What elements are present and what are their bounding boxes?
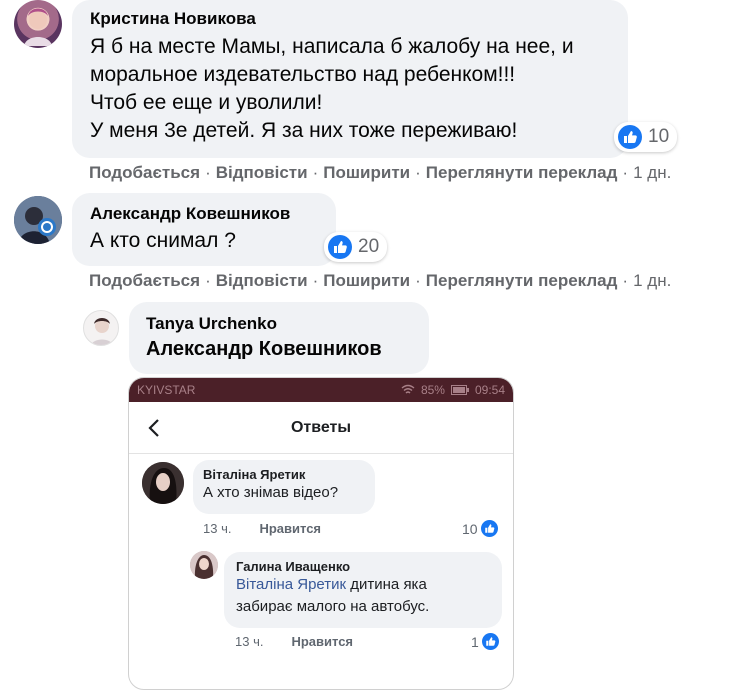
battery-percent: 85% [420, 383, 445, 397]
comment-actions: Подобається · Відповісти · Поширити · Переглян… [89, 271, 671, 291]
avatar-alexandr[interactable] [14, 196, 62, 244]
timestamp[interactable]: 1 дн. [633, 271, 671, 290]
share-action[interactable]: Поширити [323, 271, 410, 290]
phone-like-count[interactable]: 1 [471, 633, 499, 650]
like-icon [480, 520, 498, 537]
reply-mention[interactable]: Александр Ковешников [146, 338, 413, 361]
reply-action[interactable]: Відповісти [216, 163, 308, 182]
phone-comment-author[interactable]: Віталіна Яретик [203, 467, 365, 482]
separator: · [415, 163, 421, 182]
timestamp[interactable]: 1 дн. [633, 163, 671, 182]
phone-comment-author[interactable]: Галина Иващенко [236, 559, 492, 574]
reply-author[interactable]: Tanya Urchenko [146, 314, 413, 334]
separator: · [415, 271, 421, 290]
avatar-vitalina[interactable] [142, 462, 184, 504]
translate-action[interactable]: Переглянути переклад [426, 271, 618, 290]
battery-icon [450, 385, 469, 395]
comment-line: У меня 3е детей. Я за них тоже переживаю… [90, 119, 518, 142]
clock: 09:54 [474, 383, 505, 397]
phone-comment-time[interactable]: 13 ч. [235, 634, 263, 649]
comment-bubble: Кристина Новикова Я б на месте Мамы, нап… [72, 0, 628, 158]
wifi-icon [401, 384, 415, 394]
translate-action[interactable]: Переглянути переклад [426, 163, 618, 182]
reaction-count-value: 20 [358, 236, 380, 257]
phone-comment-text: Віталіна Яретик дитина яка забирає малог… [236, 574, 492, 618]
avatar-photo-icon [190, 551, 218, 579]
phone-comment-time[interactable]: 13 ч. [203, 521, 231, 536]
comment-line: А кто снимал ? [90, 229, 236, 252]
separator: · [205, 271, 211, 290]
avatar-photo-icon [90, 318, 114, 345]
phone-header: Ответы [129, 402, 513, 454]
status-icons: 85% 09:54 [401, 383, 505, 397]
phone-header-title: Ответы [290, 418, 352, 436]
phone-like-count[interactable]: 10 [462, 520, 498, 537]
phone-like-count-value: 1 [471, 633, 479, 650]
phone-comment-text-part: забирає малого на автобус. [236, 598, 430, 615]
phone-like-count-value: 10 [462, 520, 478, 537]
carrier-label: KYIVSTAR [137, 383, 196, 397]
phone-like-button[interactable]: Нравится [259, 521, 321, 536]
like-action[interactable]: Подобається [89, 271, 200, 290]
reaction-count[interactable]: 10 [614, 122, 678, 152]
avatar-kristina[interactable] [14, 0, 62, 48]
like-icon [618, 125, 642, 149]
comment-bubble: Александр Ковешников А кто снимал ? [72, 193, 336, 266]
back-arrow-icon[interactable] [143, 416, 167, 440]
share-action[interactable]: Поширити [323, 163, 410, 182]
phone-like-button[interactable]: Нравится [291, 634, 353, 649]
like-icon [481, 633, 499, 650]
comment-author[interactable]: Кристина Новикова [90, 9, 612, 29]
avatar-tanya[interactable] [83, 310, 119, 346]
reply-bubble: Tanya Urchenko Александр Ковешников [129, 302, 429, 374]
reply-action[interactable]: Відповісти [216, 271, 308, 290]
comment-text: Я б на месте Мамы, написала б жалобу на … [90, 33, 612, 145]
phone-status-bar: KYIVSTAR 85% 09:54 [129, 378, 513, 402]
reaction-count[interactable]: 20 [324, 232, 388, 262]
phone-comment-meta: 13 ч. Нравится [235, 634, 353, 649]
comment-text: А кто снимал ? [90, 227, 320, 255]
attached-screenshot[interactable]: KYIVSTAR 85% 09:54 Ответы Віталіна Ярети… [128, 377, 514, 690]
phone-comment-text-part: дитина яка [350, 576, 427, 593]
like-action[interactable]: Подобається [89, 163, 200, 182]
phone-comment-bubble: Віталіна Яретик А хто знімав відео? [193, 460, 375, 514]
phone-comment-bubble: Галина Иващенко Віталіна Яретик дитина я… [224, 552, 502, 628]
separator: · [312, 163, 319, 182]
like-icon [328, 235, 352, 259]
comment-author[interactable]: Александр Ковешников [90, 204, 320, 224]
separator: · [622, 163, 629, 182]
avatar-photo-icon [14, 196, 62, 244]
comment-line: моральное издевательство над ребенком!!! [90, 63, 516, 86]
avatar-photo-icon [24, 8, 52, 46]
phone-mention-link[interactable]: Віталіна Яретик [236, 576, 346, 593]
reaction-count-value: 10 [648, 126, 670, 147]
phone-comment-meta: 13 ч. Нравится [203, 521, 321, 536]
avatar-photo-icon [142, 462, 184, 504]
separator: · [622, 271, 629, 290]
comment-actions: Подобається · Відповісти · Поширити · Переглян… [89, 163, 671, 183]
phone-comment-text: А хто знімав відео? [203, 484, 339, 501]
comment-line: Чтоб ее еще и уволили! [90, 91, 323, 114]
avatar-galina[interactable] [190, 551, 218, 579]
separator: · [312, 271, 319, 290]
separator: · [205, 163, 211, 182]
comment-line: Я б на месте Мамы, написала б жалобу на … [90, 35, 574, 58]
